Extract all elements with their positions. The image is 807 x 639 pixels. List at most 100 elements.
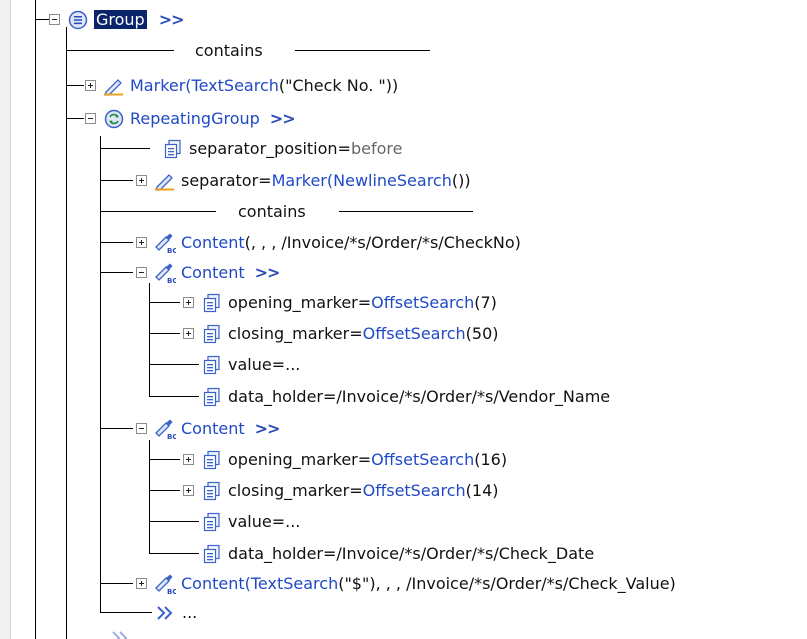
svg-text:BC: BC (167, 433, 176, 440)
property-sheet-icon (201, 292, 223, 314)
equals-sign: = (271, 355, 286, 374)
property-name: closing_marker (228, 481, 350, 500)
tree-row-data-holder[interactable]: data_holder = /Invoice/*s/Order/*s/Check… (201, 540, 594, 567)
tree-row-opening-marker[interactable]: opening_marker = OffsetSearch (7) (183, 289, 497, 316)
property-name: separator (181, 171, 259, 190)
tree-row-value[interactable]: value = ... (201, 508, 300, 535)
pencil-marker-icon (154, 170, 176, 192)
repeating-group-icon (103, 108, 125, 130)
tree-line (100, 180, 133, 181)
property-value: before (350, 139, 403, 158)
more-chevron-icon (110, 628, 132, 639)
content-wand-icon: BC (154, 573, 176, 595)
tree-row-value[interactable]: value = ... (201, 351, 300, 378)
tree-row-closing-marker[interactable]: closing_marker = OffsetSearch (50) (183, 320, 499, 347)
content-wand-icon: BC (154, 262, 176, 284)
tree-line (100, 428, 133, 429)
tree-line (100, 612, 152, 613)
tree-row-opening-marker[interactable]: opening_marker = OffsetSearch (16) (183, 446, 507, 473)
marker-args: ("Check No. ")) (278, 76, 399, 95)
tree-row-cutoff (110, 628, 137, 639)
tree-row-marker-check[interactable]: Marker(TextSearch ("Check No. ")) (85, 72, 398, 99)
expand-toggle[interactable] (183, 454, 194, 465)
equals-sign: = (357, 293, 372, 312)
function-args: (14) (465, 481, 499, 500)
property-sheet-icon (201, 386, 223, 408)
equals-sign: = (323, 544, 337, 563)
property-value: /Invoice/*s/Order/*s/Vendor_Name (336, 387, 611, 406)
contains-label: contains (238, 202, 306, 221)
content-label: Content (181, 233, 245, 252)
equals-sign: = (349, 324, 363, 343)
property-sheet-icon (201, 354, 223, 376)
function-name: OffsetSearch (371, 293, 475, 312)
tree-row-content-value[interactable]: BC Content(TextSearch ("$"), , , /Invoice… (136, 570, 676, 597)
expand-toggle[interactable] (136, 578, 147, 589)
tree-row-data-holder[interactable]: data_holder = /Invoice/*s/Order/*s/Vendo… (201, 383, 610, 410)
repeating-group-label[interactable]: RepeatingGroup (130, 109, 260, 128)
content-args: (, , , /Invoice/*s/Order/*s/CheckNo) (244, 233, 521, 252)
property-sheet-icon (201, 543, 223, 565)
tree-line (149, 396, 199, 397)
property-sheet-icon (162, 138, 184, 160)
tree-line (149, 440, 150, 553)
tree-line (66, 118, 84, 119)
property-sheet-icon (201, 323, 223, 345)
expand-toggle[interactable] (183, 485, 194, 496)
tree-row-separator[interactable]: separator = Marker(NewlineSearch()) (136, 167, 471, 194)
function-args: (7) (474, 293, 497, 312)
expand-toggle[interactable] (136, 237, 147, 248)
tree-row-content-checkno[interactable]: BC Content (, , , /Invoice/*s/Order/*s/Ch… (136, 229, 521, 256)
property-name: opening_marker (228, 293, 358, 312)
property-name: data_holder (228, 387, 323, 406)
expand-toggle[interactable] (183, 297, 194, 308)
tree-line (149, 553, 199, 554)
function-args: (50) (465, 324, 499, 343)
expand-toggle[interactable] (136, 175, 147, 186)
tree-line (149, 333, 180, 334)
tree-row-separator-position[interactable]: separator_position = before (162, 135, 402, 162)
tree-line (100, 272, 133, 273)
equals-sign: = (357, 450, 372, 469)
tree-line (100, 148, 150, 149)
equals-sign: = (337, 139, 351, 158)
tree-row-repeating-group[interactable]: RepeatingGroup >> (85, 105, 301, 132)
tree-row-contains: contains (195, 37, 263, 64)
collapse-toggle[interactable] (136, 267, 147, 278)
tree-line (149, 283, 150, 396)
content-wand-icon: BC (154, 232, 176, 254)
tree-row-contains-inner: contains (238, 198, 306, 225)
expand-toggle[interactable] (85, 80, 96, 91)
property-sheet-icon (201, 511, 223, 533)
marker-func: TextSearch (191, 76, 279, 95)
collapse-toggle[interactable] (49, 14, 60, 25)
tree-line (100, 242, 133, 243)
pencil-marker-icon (103, 75, 125, 97)
tree-line (100, 583, 133, 584)
repeating-group-expand-indicator[interactable]: >> (270, 109, 296, 128)
tree-row-group[interactable]: Group >> (49, 6, 190, 33)
tree-row-content-vendor[interactable]: BC Content >> (136, 259, 285, 286)
marker-func: NewlineSearch (333, 171, 452, 190)
tree-line (100, 211, 216, 212)
function-name: TextSearch (250, 574, 339, 593)
property-name: data_holder (228, 544, 323, 563)
group-expand-indicator[interactable]: >> (159, 10, 185, 29)
contains-separator-line (295, 50, 430, 51)
contains-separator-line (339, 211, 473, 212)
expand-toggle[interactable] (183, 328, 194, 339)
tree-row-closing-marker[interactable]: closing_marker = OffsetSearch (14) (183, 477, 499, 504)
function-name: OffsetSearch (362, 481, 466, 500)
content-args: ("$"), , , /Invoice/*s/Order/*s/Check_Va… (338, 574, 676, 593)
tree-row-more[interactable]: ... (155, 599, 197, 626)
equals-sign: = (258, 171, 272, 190)
group-label[interactable]: Group (94, 10, 147, 29)
collapse-toggle[interactable] (136, 423, 147, 434)
content-expand-indicator[interactable]: >> (255, 419, 281, 438)
content-wand-icon: BC (154, 418, 176, 440)
collapse-toggle[interactable] (85, 113, 96, 124)
equals-sign: = (349, 481, 363, 500)
tree-row-content-date[interactable]: BC Content >> (136, 415, 285, 442)
marker-prefix: Marker( (271, 171, 334, 190)
content-expand-indicator[interactable]: >> (255, 263, 281, 282)
